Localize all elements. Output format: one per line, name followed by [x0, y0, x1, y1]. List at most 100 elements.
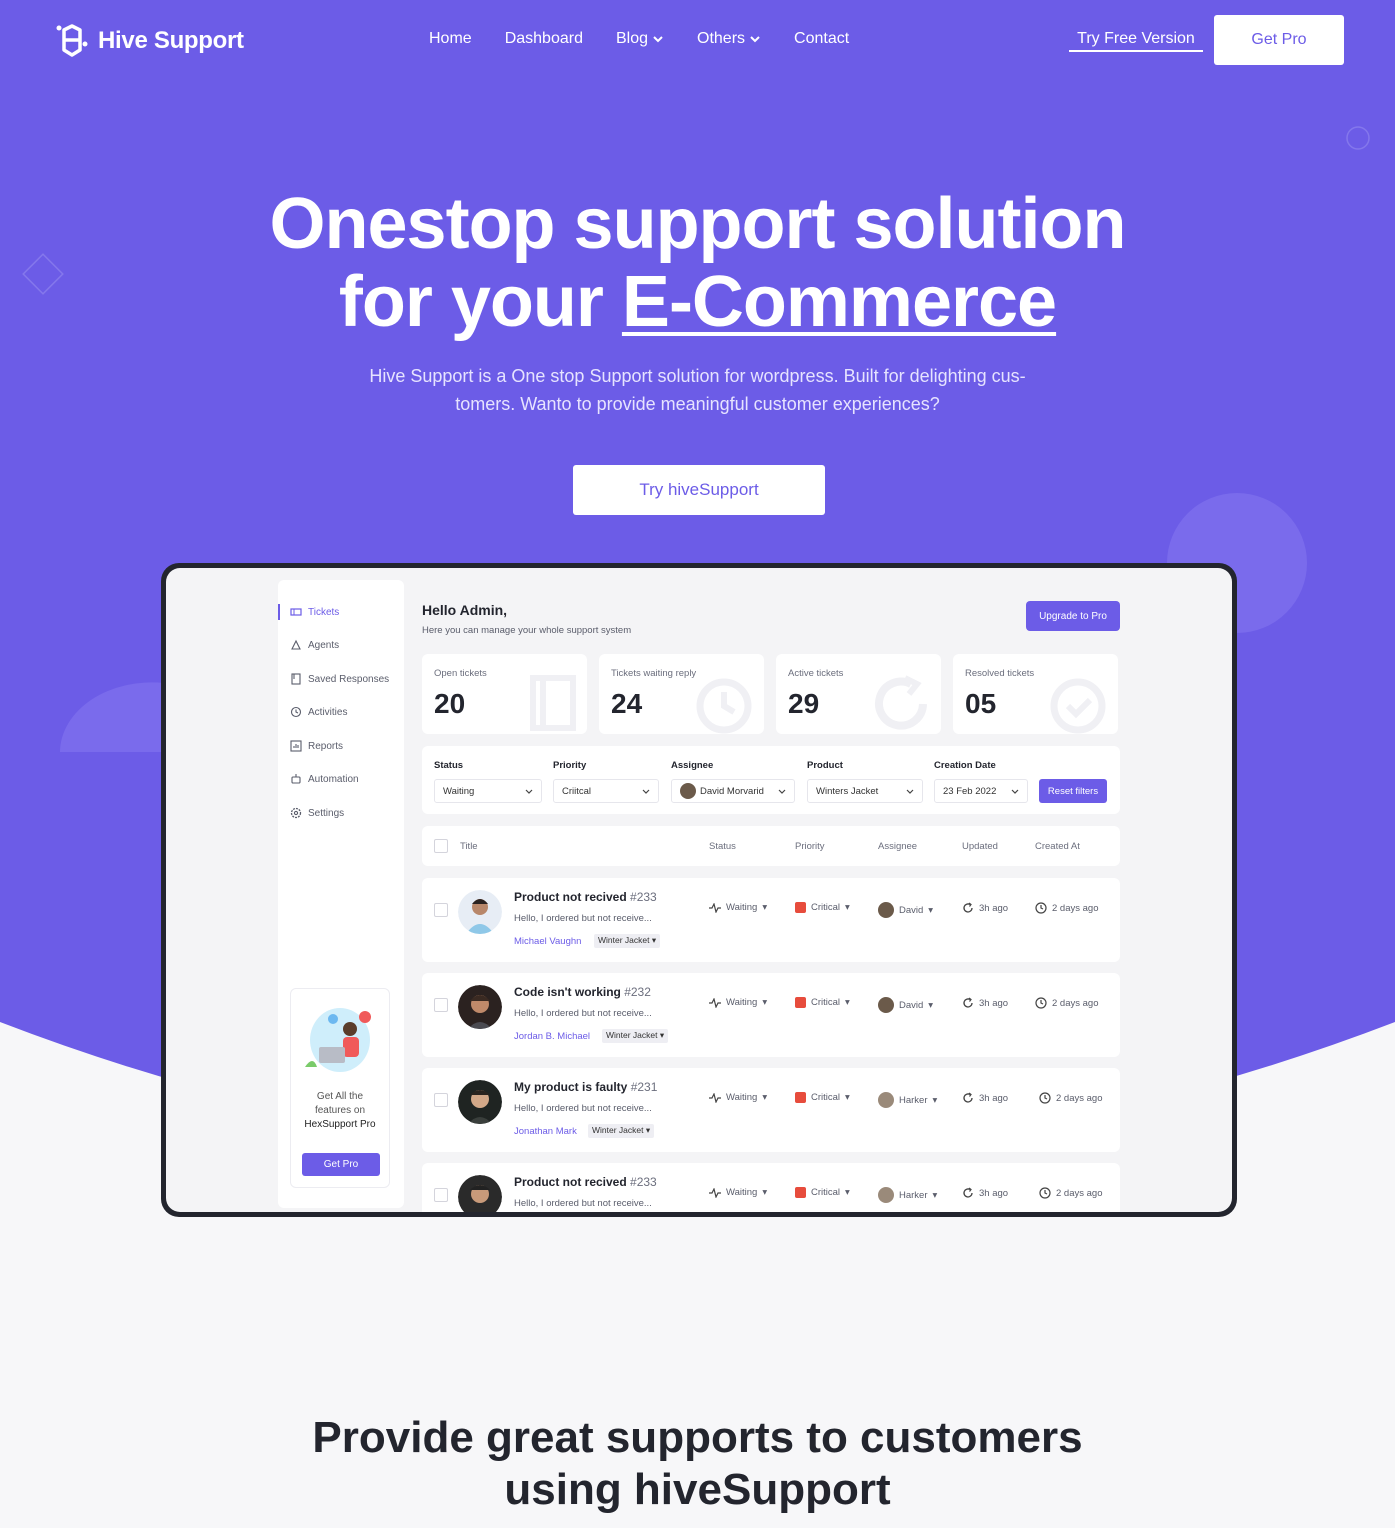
product-tag[interactable]: Winter Jacket ▾ — [594, 934, 661, 948]
stat-label: Resolved tickets — [965, 668, 1035, 679]
ticket-status[interactable]: Waiting ▾ — [709, 902, 767, 913]
priority-filter-value: Criitcal — [562, 785, 592, 797]
activity-icon — [709, 1092, 721, 1103]
stat-value: 05 — [965, 688, 997, 719]
ticket-priority[interactable]: Critical ▾ — [795, 997, 850, 1008]
product-tag[interactable]: Winter Jacket ▾ — [602, 1029, 669, 1043]
ticket-row[interactable]: Product not recived #233 Hello, I ordere… — [422, 878, 1120, 962]
ticket-assignee[interactable]: David ▾ — [878, 902, 933, 918]
sidebar-item-label: Reports — [308, 740, 344, 752]
hero-section: Hive Support Home Dashboard Blog Others … — [0, 0, 1395, 1317]
ticket-priority-value: Critical — [811, 1187, 841, 1198]
nav-blog[interactable]: Blog — [616, 30, 664, 48]
sidebar-item-activities[interactable]: Activities — [290, 706, 347, 718]
ticket-title[interactable]: Code isn't working #232 — [514, 985, 651, 999]
product-tag[interactable]: Winter Jacket ▾ — [588, 1124, 655, 1138]
sidebar-item-automation[interactable]: Automation — [290, 773, 359, 785]
row-checkbox[interactable] — [434, 1188, 448, 1202]
ticket-status[interactable]: Waiting ▾ — [709, 1187, 767, 1198]
ticket-priority[interactable]: Critical ▾ — [795, 902, 850, 913]
ticket-status[interactable]: Waiting ▾ — [709, 997, 767, 1008]
ticket-priority[interactable]: Critical ▾ — [795, 1187, 850, 1198]
features-title: Provide great supports to customers usin… — [0, 1412, 1395, 1516]
nav-contact[interactable]: Contact — [794, 30, 849, 48]
clock-icon — [1039, 1092, 1051, 1104]
avatar — [458, 1080, 502, 1124]
ticket-row[interactable]: Product not recived #233 Hello, I ordere… — [422, 1163, 1120, 1212]
ticket-title[interactable]: Product not recived #233 — [514, 890, 657, 904]
try-free-version-link[interactable]: Try Free Version — [1069, 30, 1203, 52]
ticket-status-value: Waiting — [726, 902, 758, 913]
try-hivesupport-button[interactable]: Try hiveSupport — [573, 465, 825, 515]
chevron-down-icon — [778, 789, 786, 794]
status-filter-value: Waiting — [443, 785, 475, 797]
nav-home[interactable]: Home — [429, 30, 472, 48]
avatar — [878, 1187, 894, 1203]
get-pro-button[interactable]: Get Pro — [1214, 15, 1344, 65]
row-checkbox[interactable] — [434, 998, 448, 1012]
ticket-priority[interactable]: Critical ▾ — [795, 1092, 850, 1103]
ticket-title[interactable]: Product not recived #233 — [514, 1175, 657, 1189]
ticket-assignee-value: Harker — [899, 1094, 928, 1106]
sidebar-item-settings[interactable]: Settings — [290, 807, 344, 819]
ticket-title[interactable]: My product is faulty #231 — [514, 1080, 657, 1094]
date-filter-select[interactable]: 23 Feb 2022 — [934, 779, 1028, 803]
brand-name: Hive Support — [98, 27, 244, 54]
sidebar-item-label: Settings — [308, 807, 345, 819]
sidebar-item-tickets[interactable]: Tickets — [290, 606, 339, 618]
row-checkbox[interactable] — [434, 1093, 448, 1107]
ticket-customer[interactable]: Jonathan Mark — [514, 1126, 577, 1137]
nav-others[interactable]: Others — [697, 30, 761, 48]
sidebar-item-reports[interactable]: Reports — [290, 740, 343, 752]
ticket-created-value: 2 days ago — [1056, 1092, 1103, 1104]
product-filter-select[interactable]: Winters Jacket — [807, 779, 923, 803]
assignee-filter-select[interactable]: David Morvarid — [671, 779, 795, 803]
dashboard-sidebar: Tickets Agents Saved Responses Activitie… — [278, 580, 404, 1208]
col-priority: Priority — [795, 841, 825, 852]
priority-critical-icon — [795, 1187, 806, 1198]
avatar — [878, 997, 894, 1013]
status-filter-select[interactable]: Waiting — [434, 779, 542, 803]
ticket-assignee[interactable]: David ▾ — [878, 997, 933, 1013]
row-checkbox[interactable] — [434, 903, 448, 917]
reset-filters-button[interactable]: Reset filters — [1039, 779, 1107, 803]
ticket-assignee-value: David — [899, 999, 924, 1011]
select-all-checkbox[interactable] — [434, 839, 448, 853]
priority-critical-icon — [795, 902, 806, 913]
upgrade-to-pro-button[interactable]: Upgrade to Pro — [1026, 601, 1120, 631]
chevron-down-icon — [653, 36, 663, 43]
ticket-row[interactable]: Code isn't working #232 Hello, I ordered… — [422, 973, 1120, 1057]
ticket-status-value: Waiting — [726, 997, 758, 1008]
dashboard-screenshot: Tickets Agents Saved Responses Activitie… — [161, 563, 1237, 1217]
refresh-icon — [963, 1187, 973, 1198]
refresh-icon — [963, 902, 973, 913]
activity-icon — [709, 1187, 721, 1198]
features-title-line1: Provide great supports to customers — [312, 1413, 1083, 1462]
ticket-created-value: 2 days ago — [1056, 1187, 1103, 1199]
ticket-status[interactable]: Waiting ▾ — [709, 1092, 767, 1103]
promo-get-pro-button[interactable]: Get Pro — [302, 1153, 380, 1176]
ticket-customer[interactable]: Michael Vaughn — [514, 936, 581, 947]
priority-critical-icon — [795, 997, 806, 1008]
promo-line2: features on — [314, 1105, 366, 1116]
stat-value: 29 — [788, 688, 820, 719]
ticket-assignee[interactable]: Harker ▾ — [878, 1187, 937, 1203]
ticket-assignee[interactable]: Harker ▾ — [878, 1092, 937, 1108]
assignee-filter-label: Assignee — [671, 760, 714, 771]
ticket-customer[interactable]: Jordan B. Michael — [514, 1031, 590, 1042]
sidebar-item-label: Automation — [308, 773, 359, 785]
avatar — [458, 985, 502, 1029]
stat-card-waiting: Tickets waiting reply 24 — [599, 654, 764, 734]
brand-logo[interactable]: Hive Support — [54, 22, 244, 60]
ticket-icon — [290, 608, 302, 616]
priority-filter-select[interactable]: Criitcal — [553, 779, 659, 803]
avatar — [680, 783, 696, 799]
nav-dashboard[interactable]: Dashboard — [505, 30, 583, 48]
ticket-row[interactable]: My product is faulty #231 Hello, I order… — [422, 1068, 1120, 1152]
ticket-created-value: 2 days ago — [1052, 997, 1099, 1009]
stat-label: Active tickets — [788, 668, 844, 679]
stat-value: 20 — [434, 688, 466, 719]
hero-title-highlight: E-Commerce — [621, 262, 1057, 342]
sidebar-item-saved-responses[interactable]: Saved Responses — [290, 673, 389, 685]
sidebar-item-agents[interactable]: Agents — [290, 639, 339, 651]
